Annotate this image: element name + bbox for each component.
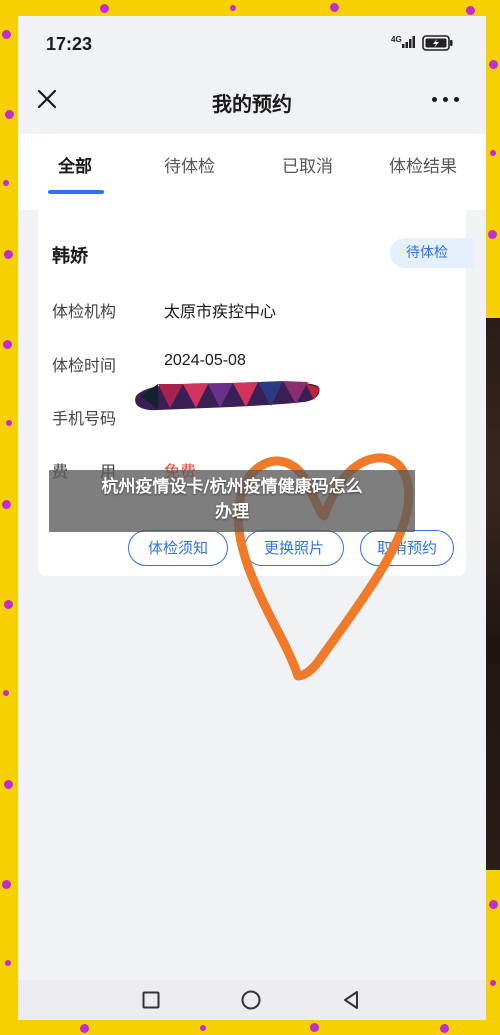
border-dot (5, 110, 14, 119)
tab-bar: 全部 待体检 已取消 体检结果 (18, 134, 486, 210)
border-dot (466, 6, 475, 15)
background-photo (486, 318, 500, 870)
border-dot (230, 5, 236, 11)
signal-icon (402, 36, 415, 48)
tab-pending[interactable]: 待体检 (164, 152, 215, 177)
border-dot (490, 150, 496, 156)
network-label: 4G (391, 35, 402, 44)
border-dot (6, 420, 12, 426)
exam-time-label: 体检时间 (52, 356, 117, 375)
border-dot (489, 900, 498, 909)
page-title: 我的预约 (212, 92, 292, 116)
overlay-caption: 杭州疫情设卡/杭州疫情健康码怎么 办理 (49, 475, 415, 525)
border-dot (3, 180, 9, 186)
institution-value: 太原市疾控中心 (164, 302, 277, 321)
border-dot (489, 60, 498, 69)
border-dot (100, 4, 109, 13)
tab-results[interactable]: 体检结果 (389, 152, 457, 177)
battery-charging-icon (422, 35, 453, 51)
border-dot (3, 340, 12, 349)
border-dot (310, 1023, 319, 1032)
border-dot (5, 960, 11, 966)
status-time: 17:23 (46, 34, 93, 54)
border-dot (4, 250, 13, 259)
border-dot (2, 500, 11, 509)
border-dot (2, 30, 11, 39)
overlay-line-2: 办理 (215, 502, 249, 522)
border-dot (4, 600, 13, 609)
redacted-phone-scribble (135, 381, 320, 411)
institution-label: 体检机构 (52, 302, 117, 321)
tab-all[interactable]: 全部 (58, 152, 92, 177)
active-tab-indicator (48, 190, 104, 194)
border-dot (440, 1024, 449, 1033)
exam-notice-button[interactable]: 体检须知 (128, 530, 228, 566)
border-dot (488, 230, 497, 239)
system-nav-bar (18, 980, 486, 1020)
tab-cancelled[interactable]: 已取消 (282, 152, 333, 177)
overlay-line-1: 杭州疫情设卡/杭州疫情健康码怎么 (101, 477, 363, 497)
more-icon[interactable] (430, 94, 462, 106)
border-dot (80, 1024, 89, 1033)
exam-time-value: 2024-05-08 (164, 352, 246, 369)
triangle-back-icon[interactable] (342, 990, 360, 1010)
border-dot (490, 980, 496, 986)
border-dot (330, 3, 339, 12)
status-badge: 待体检 (390, 238, 474, 268)
border-dot (3, 690, 9, 696)
phone-label: 手机号码 (52, 409, 117, 428)
border-dot (4, 780, 13, 789)
status-bar: 17:23 4G (18, 16, 486, 72)
border-dot (2, 880, 11, 889)
square-icon[interactable] (142, 991, 160, 1009)
circle-icon[interactable] (241, 990, 261, 1010)
border-dot (200, 1025, 206, 1031)
patient-name: 韩娇 (52, 246, 88, 267)
